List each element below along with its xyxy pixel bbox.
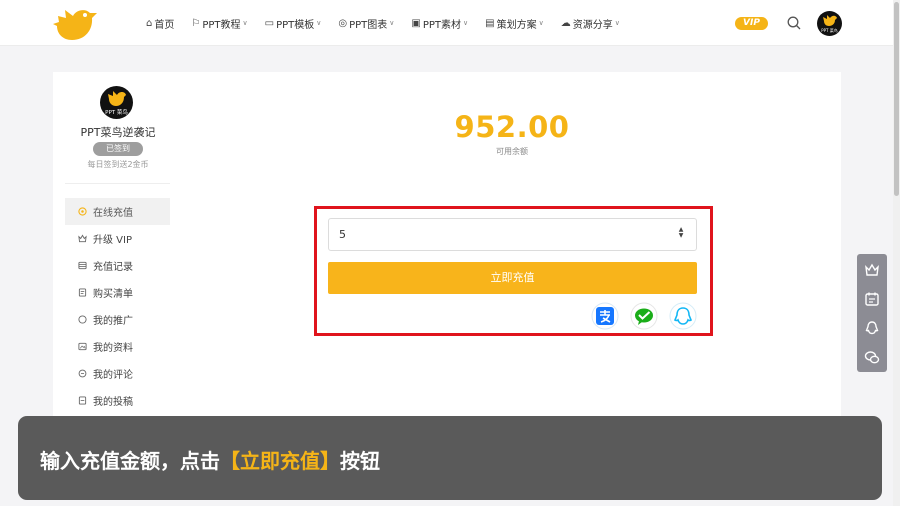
sidebar-item-list[interactable]: 购买清单 bbox=[65, 279, 170, 306]
nav-item-label: PPT图表 bbox=[349, 19, 388, 31]
chevron-down-icon: ∨ bbox=[389, 19, 395, 27]
sidebar-item-record[interactable]: 充值记录 bbox=[65, 252, 170, 279]
sidebar-item-profile[interactable]: 我的资料 bbox=[65, 333, 170, 360]
cloud-icon: ☁ bbox=[560, 17, 571, 29]
vip-crown-icon bbox=[78, 234, 87, 243]
wechat-icon[interactable] bbox=[863, 348, 881, 366]
recharge-panel: 952.00 可用余额 ▲▼ 立即充值 bbox=[183, 72, 841, 417]
image-icon: ▣ bbox=[411, 17, 421, 29]
highlight-frame bbox=[314, 206, 713, 336]
floating-toolbar bbox=[857, 254, 887, 372]
folder-icon: ▭ bbox=[264, 17, 275, 29]
signed-in-button[interactable]: 已签到 bbox=[93, 142, 143, 156]
scrollbar-thumb[interactable] bbox=[894, 2, 899, 196]
nav-item-4[interactable]: ▣ PPT素材 ∨ bbox=[411, 16, 468, 31]
list-icon bbox=[78, 288, 87, 297]
calendar-icon[interactable] bbox=[863, 290, 881, 308]
sidebar-item-label: 充值记录 bbox=[93, 262, 133, 273]
caption-suffix: 按钮 bbox=[340, 449, 380, 473]
sidebar-item-label: 购买清单 bbox=[93, 289, 133, 300]
chevron-down-icon: ∨ bbox=[463, 19, 469, 27]
avatar-bird-icon: PPT 菜鸟 bbox=[105, 91, 128, 116]
nav-item-label: PPT模板 bbox=[276, 19, 315, 31]
nav-item-6[interactable]: ☁ 资源分享 ∨ bbox=[561, 16, 620, 31]
tutorial-icon: ⚐ bbox=[191, 17, 201, 29]
avatar-text: PPT 菜鸟 bbox=[821, 27, 838, 33]
username: PPT菜鸟逆袭记 bbox=[80, 126, 156, 139]
main-nav: ⌂ 首页 ⚐ PPT教程 ∨ ▭ PPT模板 ∨ ◎ PPT图表 ∨ ▣ PPT素材 ∨ ▤ 策划方案 ∨ ☁ 资源… bbox=[146, 0, 637, 46]
nav-item-5[interactable]: ▤ 策划方案 ∨ bbox=[485, 16, 544, 31]
sidebar-item-label: 升级 VIP bbox=[93, 235, 132, 246]
chevron-down-icon: ∨ bbox=[316, 19, 322, 27]
avatar-bird-icon: PPT 菜鸟 bbox=[821, 15, 838, 33]
chevron-down-icon: ∨ bbox=[614, 19, 620, 27]
promote-icon bbox=[78, 315, 87, 324]
avatar-text: PPT 菜鸟 bbox=[105, 108, 128, 116]
chevron-down-icon: ∨ bbox=[538, 19, 544, 27]
user-sidebar: PPT 菜鸟 PPT菜鸟逆袭记 已签到 每日签到送2金币 在线充值升级 VIP 充… bbox=[53, 72, 183, 417]
chevron-down-icon: ∨ bbox=[242, 19, 248, 27]
caption-highlight: 【立即充值】 bbox=[220, 449, 340, 473]
record-icon bbox=[78, 261, 87, 270]
caption-prefix: 输入充值金额，点击 bbox=[40, 449, 220, 473]
nav-item-label: 策划方案 bbox=[496, 19, 537, 31]
sidebar-item-promote[interactable]: 我的推广 bbox=[65, 306, 170, 333]
sidebar-item-label: 我的推广 bbox=[93, 316, 133, 327]
sign-in-tip: 每日签到送2金币 bbox=[87, 160, 149, 169]
top-header: ⌂ 首页 ⚐ PPT教程 ∨ ▭ PPT模板 ∨ ◎ PPT图表 ∨ ▣ PPT素材 ∨ ▤ 策划方案 ∨ ☁ 资源… bbox=[0, 0, 893, 46]
nav-item-1[interactable]: ⚐ PPT教程 ∨ bbox=[191, 16, 247, 31]
caption-text: 输入充值金额，点击【立即充值】按钮 bbox=[40, 445, 380, 474]
balance-amount: 952.00 bbox=[454, 110, 570, 144]
user-avatar[interactable]: PPT 菜鸟 bbox=[817, 11, 842, 36]
comment-icon bbox=[78, 369, 87, 378]
sidebar-item-recharge[interactable]: 在线充值 bbox=[65, 198, 170, 225]
chart-icon: ◎ bbox=[338, 17, 348, 29]
sidebar-item-comment[interactable]: 我的评论 bbox=[65, 360, 170, 387]
nav-item-label: PPT素材 bbox=[422, 19, 462, 31]
sidebar-item-label: 我的投稿 bbox=[93, 397, 133, 408]
sidebar-item-label: 我的资料 bbox=[93, 343, 133, 354]
plan-icon: ▤ bbox=[485, 17, 495, 29]
nav-item-label: 资源分享 bbox=[572, 19, 613, 31]
search-icon[interactable] bbox=[786, 15, 802, 31]
recharge-icon bbox=[78, 207, 87, 216]
profile-icon bbox=[78, 342, 87, 351]
sidebar-item-label: 我的评论 bbox=[93, 370, 133, 381]
instruction-caption: 输入充值金额，点击【立即充值】按钮 bbox=[18, 416, 882, 500]
sidebar-item-label: 在线充值 bbox=[93, 208, 133, 219]
vip-badge[interactable]: VIP bbox=[735, 17, 768, 30]
nav-item-2[interactable]: ▭ PPT模板 ∨ bbox=[265, 16, 322, 31]
home-icon: ⌂ bbox=[146, 17, 153, 29]
balance-label: 可用余额 bbox=[496, 147, 528, 156]
nav-item-0[interactable]: ⌂ 首页 bbox=[146, 16, 174, 31]
nav-item-3[interactable]: ◎ PPT图表 ∨ bbox=[338, 16, 394, 31]
sidebar-item-post[interactable]: 我的投稿 bbox=[65, 387, 170, 414]
sidebar-avatar[interactable]: PPT 菜鸟 bbox=[100, 86, 133, 119]
nav-item-label: 首页 bbox=[154, 19, 175, 31]
bird-logo-icon[interactable] bbox=[52, 4, 98, 44]
vip-crown-icon[interactable] bbox=[863, 261, 881, 279]
nav-item-label: PPT教程 bbox=[202, 19, 241, 31]
qq-icon[interactable] bbox=[863, 319, 881, 337]
sidebar-item-vip-crown[interactable]: 升级 VIP bbox=[65, 225, 170, 252]
account-menu: 在线充值升级 VIP 充值记录购买清单我的推广我的资料我的评论我的投稿 bbox=[65, 198, 170, 414]
post-icon bbox=[78, 396, 87, 405]
divider bbox=[65, 183, 170, 184]
